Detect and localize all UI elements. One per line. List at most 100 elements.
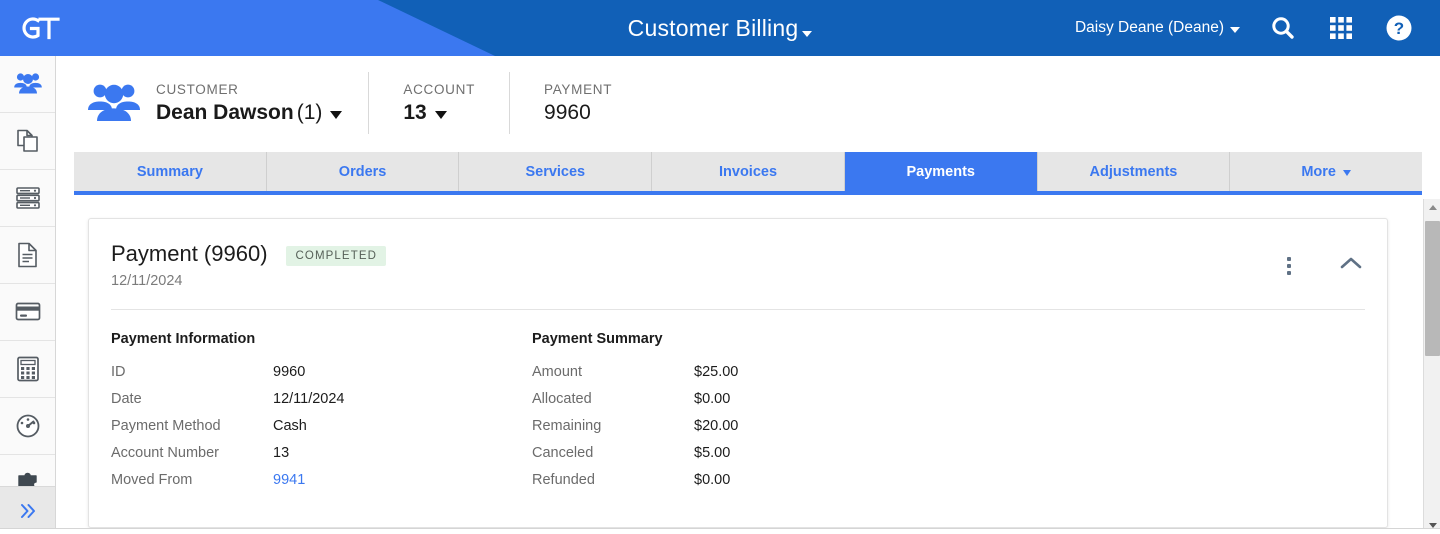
svg-text:?: ? — [1394, 19, 1404, 38]
left-sidebar-rail — [0, 56, 56, 534]
sidebar-item-payments[interactable] — [0, 284, 55, 341]
vertical-scrollbar[interactable] — [1423, 199, 1440, 534]
sidebar-item-customers[interactable] — [0, 56, 55, 113]
info-row-payment-method: Payment Method Cash — [111, 417, 532, 435]
payment-card-body: Payment Information ID 9960 Date 12/11/2… — [89, 331, 1387, 498]
context-account-value: 13 — [403, 100, 475, 124]
app-root: Customer Billing Daisy Deane (Deane) ? C… — [0, 0, 1440, 534]
context-payment-value: 9960 — [544, 100, 591, 124]
payment-card: Payment (9960) COMPLETED 12/11/2024 Paym… — [88, 218, 1388, 528]
account-number: 13 — [403, 100, 427, 124]
row-value: 13 — [273, 445, 290, 461]
customer-name: Dean Dawson — [156, 100, 294, 124]
search-button[interactable] — [1254, 0, 1312, 56]
payment-information-section: Payment Information ID 9960 Date 12/11/2… — [89, 331, 532, 498]
payment-card-header: Payment (9960) COMPLETED 12/11/2024 — [89, 219, 1387, 310]
row-label: ID — [111, 364, 126, 380]
help-button[interactable]: ? — [1370, 0, 1428, 56]
summary-row-canceled: Canceled $5.00 — [532, 444, 975, 462]
tab-services[interactable]: Services — [459, 152, 653, 191]
row-label: Remaining — [532, 418, 602, 434]
tab-more[interactable]: More — [1230, 152, 1422, 191]
summary-row-allocated: Allocated $0.00 — [532, 390, 975, 408]
row-value: $5.00 — [694, 445, 731, 461]
brand-logo[interactable] — [18, 10, 74, 46]
context-account-block: ACCOUNT 13 — [403, 82, 475, 124]
section-title: Payment Summary — [532, 331, 663, 347]
payment-summary-section: Payment Summary Amount $25.00 Allocated … — [532, 331, 975, 498]
row-value: 12/11/2024 — [273, 391, 345, 407]
people-icon — [88, 84, 140, 121]
context-account[interactable]: ACCOUNT 13 — [369, 68, 509, 138]
window-bottom-edge — [0, 528, 1440, 534]
chevron-down-icon[interactable] — [330, 110, 343, 119]
row-label: Payment Method — [111, 418, 221, 434]
tab-label: Services — [525, 163, 586, 180]
row-value: $0.00 — [694, 391, 731, 407]
info-row-moved-from: Moved From 9941 — [111, 471, 532, 489]
context-account-label: ACCOUNT — [403, 81, 476, 97]
tab-invoices[interactable]: Invoices — [652, 152, 845, 191]
context-bar: CUSTOMER Dean Dawson (1) ACCOUNT 13 PAYM… — [56, 56, 1440, 150]
row-value: $0.00 — [694, 472, 731, 488]
app-title-text: Customer Billing — [627, 14, 799, 41]
scroll-up-button[interactable] — [1424, 199, 1440, 216]
context-customer[interactable]: CUSTOMER Dean Dawson (1) — [56, 68, 368, 138]
summary-row-remaining: Remaining $20.00 — [532, 417, 975, 435]
chevron-down-icon — [802, 31, 813, 37]
search-icon — [1272, 17, 1294, 39]
info-row-account-number: Account Number 13 — [111, 444, 532, 462]
summary-row-refunded: Refunded $0.00 — [532, 471, 975, 489]
calculator-icon — [16, 356, 39, 382]
collapse-card-button[interactable] — [1335, 251, 1367, 280]
tab-bar: Summary Orders Services Invoices Payment… — [74, 152, 1422, 195]
chevron-down-icon[interactable] — [434, 110, 447, 119]
user-menu-button[interactable]: Daisy Deane (Deane) — [1069, 19, 1254, 37]
scrollbar-thumb[interactable] — [1425, 221, 1440, 356]
row-value: $25.00 — [694, 364, 739, 380]
sidebar-expand-button[interactable] — [0, 486, 55, 534]
sidebar-item-adjustments[interactable] — [0, 341, 55, 398]
context-payment: PAYMENT 9960 — [510, 68, 646, 138]
row-label: Moved From — [111, 472, 193, 488]
info-row-date: Date 12/11/2024 — [111, 390, 532, 408]
tab-payments[interactable]: Payments — [844, 152, 1038, 191]
tab-label: Payments — [906, 163, 975, 180]
context-payment-label: PAYMENT — [544, 81, 613, 97]
sidebar-item-dashboard[interactable] — [0, 398, 55, 455]
tab-label: Adjustments — [1089, 163, 1178, 180]
apps-grid-icon — [1330, 17, 1352, 39]
tab-label: Orders — [338, 163, 387, 180]
kebab-dot — [1287, 270, 1291, 275]
chevron-up-icon — [1340, 257, 1362, 269]
document-icon — [17, 242, 37, 268]
info-row-id: ID 9960 — [111, 363, 532, 381]
summary-row-amount: Amount $25.00 — [532, 363, 975, 381]
row-label: Amount — [532, 364, 582, 380]
page-title: Payment (9960) — [111, 241, 268, 266]
row-label: Allocated — [532, 391, 592, 407]
payment-card-date: 12/11/2024 — [111, 273, 183, 289]
tab-adjustments[interactable]: Adjustments — [1038, 152, 1231, 191]
apps-button[interactable] — [1312, 0, 1370, 56]
sidebar-item-invoices[interactable] — [0, 227, 55, 284]
row-label: Account Number — [111, 445, 219, 461]
people-icon — [13, 73, 42, 94]
credit-card-icon — [15, 302, 40, 321]
row-value: $20.00 — [694, 418, 739, 434]
sidebar-item-services[interactable] — [0, 170, 55, 227]
tab-orders[interactable]: Orders — [267, 152, 460, 191]
more-options-button[interactable] — [1283, 253, 1295, 279]
context-customer-block: CUSTOMER Dean Dawson (1) — [156, 81, 343, 124]
tab-summary[interactable]: Summary — [74, 152, 267, 191]
row-label: Canceled — [532, 445, 594, 461]
status-badge: COMPLETED — [285, 246, 386, 266]
server-stack-icon — [15, 187, 40, 209]
context-customer-label: CUSTOMER — [156, 81, 239, 97]
user-name-label: Daisy Deane (Deane) — [1074, 19, 1224, 36]
kebab-dot — [1287, 256, 1291, 261]
tab-label: More — [1301, 163, 1336, 180]
payment-card-title-row: Payment (9960) COMPLETED — [111, 241, 1363, 267]
moved-from-link[interactable]: 9941 — [273, 471, 305, 489]
sidebar-item-orders[interactable] — [0, 113, 55, 170]
